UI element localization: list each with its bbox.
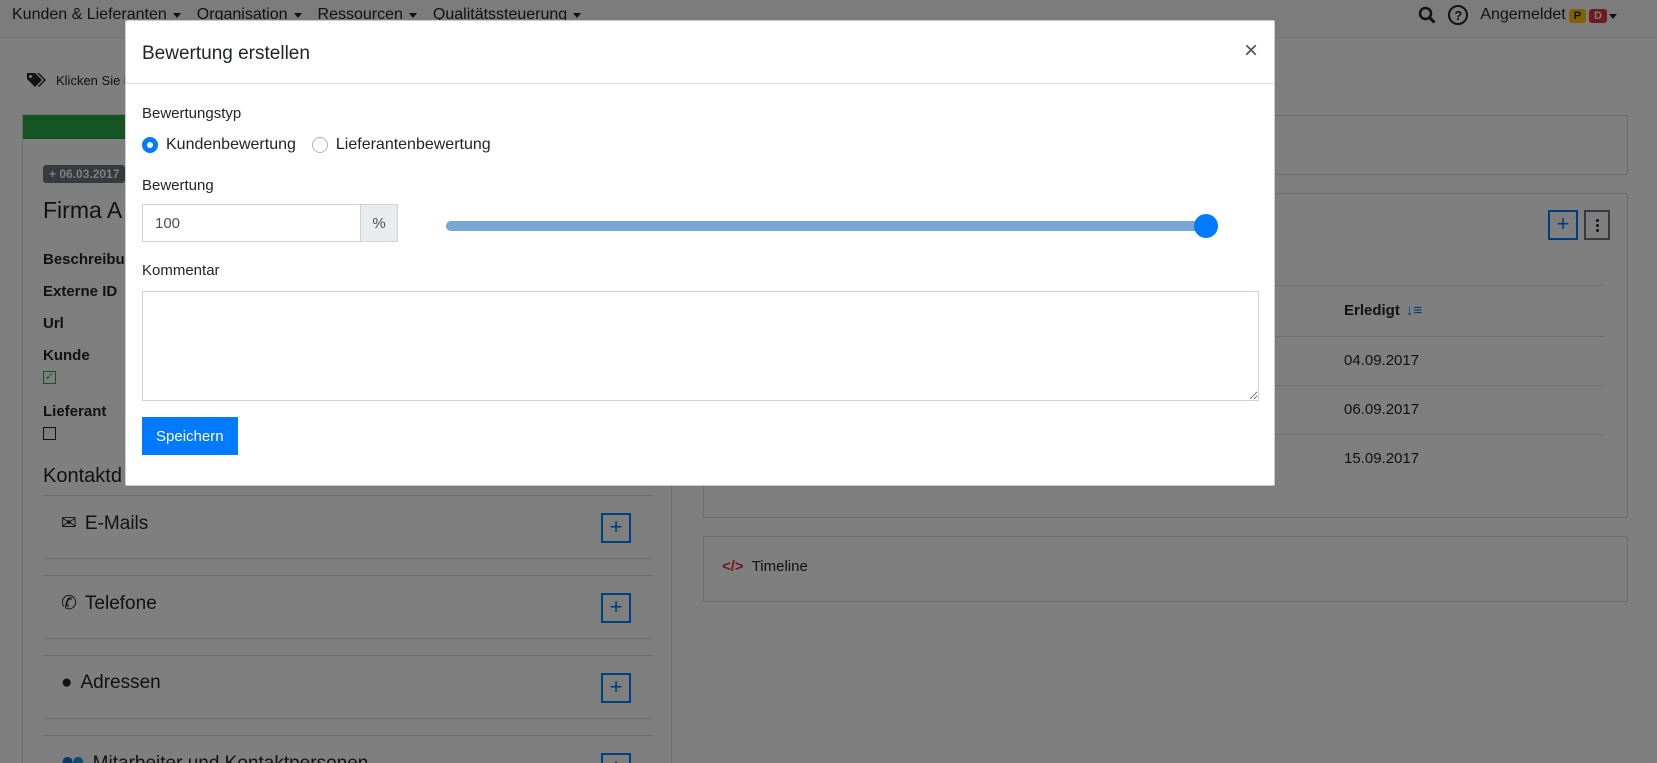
rating-slider[interactable] (446, 214, 1218, 238)
slider-thumb[interactable] (1194, 214, 1218, 238)
modal-header: Bewertung erstellen × (126, 21, 1274, 84)
rating-input-group: % (142, 204, 398, 242)
rating-label: Bewertung (142, 177, 214, 194)
comment-textarea[interactable] (142, 291, 1259, 401)
rating-modal: Bewertung erstellen × Bewertungstyp Kund… (125, 20, 1275, 486)
rating-type-label: Bewertungstyp (142, 105, 242, 122)
comment-label: Kommentar (142, 262, 220, 279)
percent-addon: % (360, 204, 398, 242)
radio-customer-rating[interactable]: Kundenbewertung (142, 136, 296, 154)
slider-fill (446, 221, 1206, 231)
rating-value-input[interactable] (142, 204, 360, 242)
radio-supplier-rating[interactable]: Lieferantenbewertung (311, 136, 491, 154)
save-button[interactable]: Speichern (142, 417, 238, 455)
radio-unchecked-icon[interactable] (311, 137, 328, 153)
radio-checked-icon[interactable] (142, 137, 158, 153)
close-icon[interactable]: × (1244, 39, 1258, 63)
modal-title: Bewertung erstellen (142, 43, 310, 64)
rating-type-radio-group: Kundenbewertung Lieferantenbewertung (142, 136, 491, 154)
